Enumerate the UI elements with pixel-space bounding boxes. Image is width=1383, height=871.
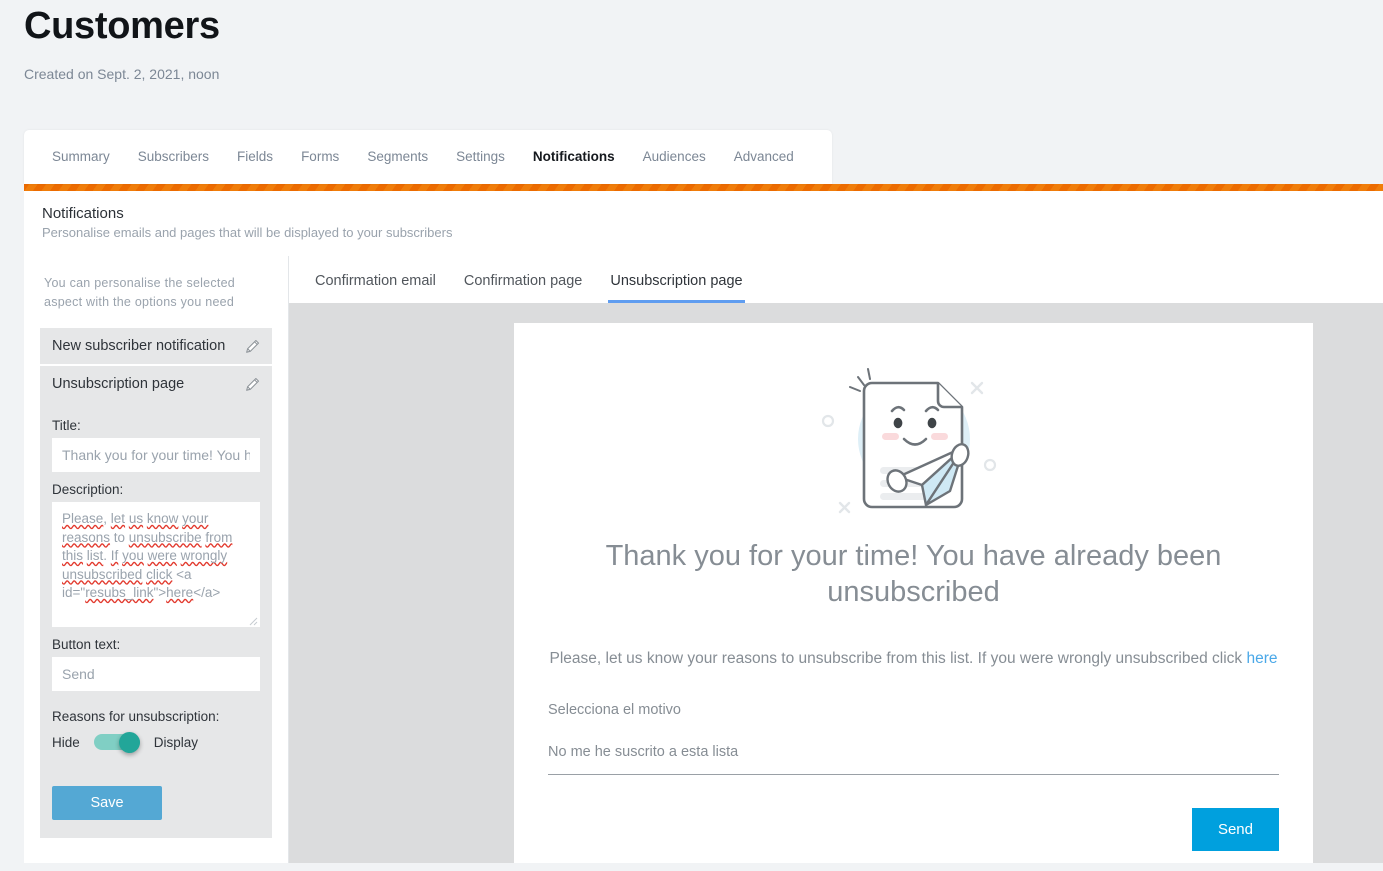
accordion-label: Unsubscription page	[52, 376, 185, 392]
button-text-input[interactable]	[52, 657, 260, 691]
send-button[interactable]: Send	[1191, 807, 1279, 851]
button-text-field-label: Button text:	[52, 637, 121, 652]
reasons-toggle-label: Reasons for unsubscription:	[52, 709, 220, 724]
page-header: Customers Created on Sept. 2, 2021, noon	[0, 0, 1383, 82]
preview-subtabs: Confirmation email Confirmation page Uns…	[289, 256, 1383, 303]
tab-summary[interactable]: Summary	[48, 130, 124, 184]
preview-card: Thank you for your time! You have alread…	[514, 322, 1313, 863]
preview-stage: Thank you for your time! You have alread…	[289, 302, 1383, 863]
save-button[interactable]: Save	[52, 786, 162, 820]
tab-forms[interactable]: Forms	[287, 130, 353, 184]
subtab-confirmation-page[interactable]: Confirmation page	[462, 273, 585, 303]
created-timestamp: Created on Sept. 2, 2021, noon	[24, 66, 220, 82]
main-tabbar: Summary Subscribers Fields Forms Segment…	[24, 130, 832, 184]
reasons-toggle-switch[interactable]	[93, 732, 140, 753]
description-field-label: Description:	[52, 482, 124, 497]
toggle-off-label: Hide	[52, 734, 80, 750]
reason-block: Selecciona el motivo No me he suscrito a…	[548, 702, 1279, 775]
preview-body: Please, let us know your reasons to unsu…	[536, 650, 1291, 668]
title-input[interactable]	[52, 438, 260, 472]
tab-settings[interactable]: Settings	[442, 130, 519, 184]
accordion-item-unsubscription-page[interactable]: Unsubscription page	[40, 366, 272, 402]
send-row: Send	[548, 807, 1279, 851]
preview-pane: Confirmation email Confirmation page Uns…	[289, 256, 1383, 863]
orange-striped-divider	[24, 184, 1383, 191]
resubscribe-link[interactable]: here	[1246, 650, 1277, 667]
tab-fields[interactable]: Fields	[223, 130, 287, 184]
title-field-label: Title:	[52, 418, 81, 433]
preview-body-text: Please, let us know your reasons to unsu…	[549, 649, 1247, 667]
tab-audiences[interactable]: Audiences	[629, 130, 720, 184]
document-with-paper-plane-illustration	[536, 351, 1291, 530]
page-title: Customers	[24, 5, 220, 47]
reason-select[interactable]: No me he suscrito a esta lista	[548, 744, 1279, 775]
content-row: You can personalise the selected aspect …	[24, 256, 1383, 863]
preview-heading: Thank you for your time! You have alread…	[605, 539, 1222, 608]
toggle-on-label: Display	[153, 734, 199, 750]
section-subtitle: Personalise emails and pages that will b…	[42, 225, 453, 240]
accordion-item-new-subscriber-notification[interactable]: New subscriber notification	[40, 328, 272, 364]
resize-grip-icon[interactable]	[246, 614, 258, 626]
tab-segments[interactable]: Segments	[353, 130, 442, 184]
pencil-icon[interactable]	[245, 339, 260, 354]
reasons-toggle-row: Hide Display	[52, 732, 260, 753]
options-hint: You can personalise the selected aspect …	[44, 276, 236, 309]
main-tabbar-wrap: Summary Subscribers Fields Forms Segment…	[0, 130, 1383, 184]
section-banner: Notifications Personalise emails and pag…	[24, 191, 1383, 256]
reason-label: Selecciona el motivo	[548, 701, 681, 718]
unsubscription-page-settings: Title: Description: Please, let us know …	[40, 402, 272, 838]
subtab-unsubscription-page[interactable]: Unsubscription page	[608, 273, 745, 303]
tab-subscribers[interactable]: Subscribers	[124, 130, 223, 184]
tab-advanced[interactable]: Advanced	[720, 130, 808, 184]
section-title: Notifications	[42, 205, 124, 222]
subtab-confirmation-email[interactable]: Confirmation email	[313, 273, 438, 303]
options-pane: You can personalise the selected aspect …	[24, 256, 289, 863]
tab-notifications[interactable]: Notifications	[519, 130, 629, 184]
toggle-knob[interactable]	[118, 732, 140, 753]
description-textarea[interactable]: Please, let us know your reasons to unsu…	[52, 502, 260, 627]
accordion-label: New subscriber notification	[52, 338, 226, 354]
pencil-icon[interactable]	[245, 377, 260, 392]
